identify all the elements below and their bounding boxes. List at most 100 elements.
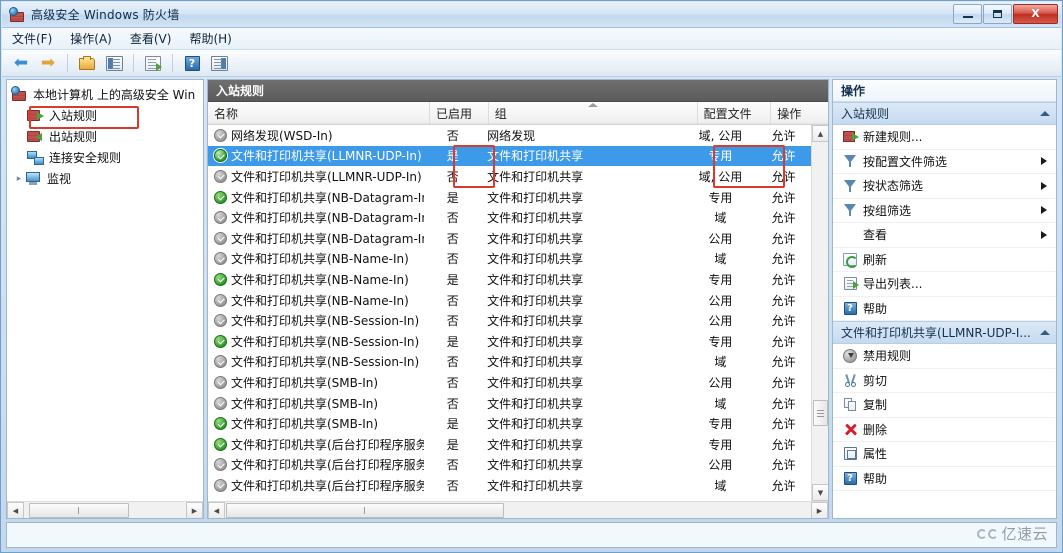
table-row[interactable]: 文件和打印机共享(SMB-In) 否 文件和打印机共享 域 允许 [208, 393, 811, 414]
column-header-action[interactable]: 操作 [771, 102, 828, 124]
delete-icon [844, 423, 857, 436]
scroll-thumb[interactable] [226, 503, 504, 518]
action-icon [841, 348, 859, 363]
table-row[interactable]: 文件和打印机共享(SMB-In) 否 文件和打印机共享 公用 允许 [208, 372, 811, 393]
action-item[interactable]: 剪切 [833, 369, 1056, 393]
action-item[interactable]: 新建规则... [833, 125, 1056, 150]
action-item[interactable]: 属性 [833, 442, 1056, 467]
sidebar-item-outbound-rules[interactable]: 出站规则 [7, 126, 203, 147]
actions-group-selected-rule[interactable]: 文件和打印机共享(LLMNR-UDP-I... [833, 321, 1056, 344]
submenu-arrow-icon[interactable] [1041, 181, 1047, 190]
column-header-enabled[interactable]: 已启用 [430, 102, 489, 124]
submenu-arrow-icon[interactable] [1041, 206, 1047, 215]
action-icon [841, 447, 859, 461]
maximize-button[interactable] [983, 3, 1012, 24]
window-controls: X [952, 3, 1058, 26]
show-hide-action-pane-icon[interactable] [208, 52, 230, 74]
export-list-icon[interactable] [142, 52, 164, 74]
action-item[interactable]: 删除 [833, 418, 1056, 442]
action-label: 复制 [863, 398, 888, 413]
table-row[interactable]: 文件和打印机共享(NB-Name-In) 是 文件和打印机共享 专用 允许 [208, 269, 811, 290]
cell-action: 允许 [771, 149, 796, 164]
actions-group-inbound-rules[interactable]: 入站规则 [833, 102, 1056, 125]
menu-item-file[interactable]: 文件(F) [12, 30, 52, 47]
table-row[interactable]: 文件和打印机共享(NB-Session-In) 否 文件和打印机共享 域 允许 [208, 352, 811, 373]
action-item[interactable]: ? 帮助 [833, 467, 1056, 491]
table-row[interactable]: 文件和打印机共享(NB-Session-In) 是 文件和打印机共享 专用 允许 [208, 331, 811, 352]
forward-arrow-icon[interactable]: ➡ [37, 52, 59, 74]
scroll-down-button[interactable]: ▼ [812, 484, 828, 501]
table-row[interactable]: 文件和打印机共享(SMB-In) 是 文件和打印机共享 专用 允许 [208, 413, 811, 434]
actions-group-label: 文件和打印机共享(LLMNR-UDP-I... [841, 326, 1031, 340]
column-header-profile[interactable]: 配置文件 [698, 102, 772, 124]
table-row[interactable]: 文件和打印机共享(NB-Name-In) 否 文件和打印机共享 公用 允许 [208, 290, 811, 311]
up-folder-icon[interactable] [76, 52, 98, 74]
table-row[interactable]: 文件和打印机共享(NB-Datagram-In) 否 文件和打印机共享 公用 允许 [208, 228, 811, 249]
action-item[interactable]: 查看 [833, 223, 1056, 248]
action-item[interactable]: 刷新 [833, 248, 1056, 272]
scroll-up-button[interactable]: ▲ [812, 125, 828, 142]
chevron-right-icon[interactable]: ▸ [13, 174, 25, 184]
column-header-group[interactable]: 组 [489, 102, 698, 124]
column-header-name[interactable]: 名称 [208, 102, 431, 124]
tree-item-root[interactable]: 本地计算机 上的高级安全 Win [7, 84, 203, 105]
back-arrow-icon[interactable]: ⬅ [10, 52, 32, 74]
cell-profile: 公用 [708, 375, 733, 390]
action-item[interactable]: 按配置文件筛选 [833, 150, 1056, 174]
rules-horizontal-scrollbar[interactable]: ◀ ▶ [208, 501, 828, 518]
table-row[interactable]: 文件和打印机共享(后台打印程序服务 - R... 是 文件和打印机共享 专用 允许 [208, 434, 811, 455]
sidebar-item-inbound-rules[interactable]: 入站规则 [7, 105, 203, 126]
rule-status-icon [214, 128, 227, 142]
sidebar-item-connection-security-rules[interactable]: 连接安全规则 [7, 147, 203, 168]
table-row[interactable]: 文件和打印机共享(NB-Session-In) 否 文件和打印机共享 公用 允许 [208, 310, 811, 331]
action-item[interactable]: 导出列表... [833, 272, 1056, 297]
cell-action: 允许 [771, 334, 796, 349]
scroll-thumb[interactable] [29, 503, 129, 518]
chevron-up-icon[interactable] [1040, 330, 1050, 335]
cell-action: 允许 [771, 355, 796, 370]
menu-item-help[interactable]: 帮助(H) [189, 30, 231, 47]
cell-group: 文件和打印机共享 [487, 252, 584, 267]
firewall-window: 高级安全 Windows 防火墙 X 文件(F) 操作(A) 查看(V) 帮助(… [0, 0, 1063, 553]
help-icon[interactable]: ? [181, 52, 203, 74]
watermark-logo-icon [977, 528, 999, 539]
menu-item-view[interactable]: 查看(V) [130, 30, 172, 47]
scroll-right-button[interactable]: ▶ [186, 502, 203, 518]
sidebar-item-label: 监视 [47, 172, 72, 186]
scroll-right-button[interactable]: ▶ [811, 502, 828, 518]
table-row[interactable]: 网络发现(WSD-In) 否 网络发现 域, 公用 允许 [208, 125, 811, 146]
action-item[interactable]: 复制 [833, 393, 1056, 418]
actions-pane: 操作 入站规则 新建规则... 按配置文件筛选 按状态筛选 按组筛选 查看 刷新 导出列表.… [832, 79, 1057, 519]
rule-status-icon [214, 314, 227, 328]
rules-vertical-scrollbar[interactable]: ▲ ▼ [811, 125, 828, 501]
scroll-thumb[interactable] [813, 400, 828, 426]
chevron-up-icon[interactable] [1040, 111, 1050, 116]
close-button[interactable]: X [1013, 3, 1058, 24]
table-row[interactable]: 文件和打印机共享(LLMNR-UDP-In) 否 文件和打印机共享 域, 公用 允许 [208, 166, 811, 187]
rule-name: 文件和打印机共享(NB-Session-In) [231, 334, 420, 349]
scroll-left-button[interactable]: ◀ [7, 502, 24, 518]
minimize-button[interactable] [953, 3, 982, 24]
table-row[interactable]: 文件和打印机共享(NB-Datagram-In) 否 文件和打印机共享 域 允许 [208, 207, 811, 228]
tree-horizontal-scrollbar[interactable]: ◀ ▶ [7, 501, 203, 518]
menu-item-action[interactable]: 操作(A) [70, 30, 112, 47]
rule-name: 文件和打印机共享(LLMNR-UDP-In) [231, 169, 422, 184]
submenu-arrow-icon[interactable] [1041, 157, 1047, 166]
action-item[interactable]: 按组筛选 [833, 199, 1056, 223]
show-hide-tree-icon[interactable] [103, 52, 125, 74]
action-item[interactable]: 禁用规则 [833, 344, 1056, 369]
submenu-arrow-icon[interactable] [1041, 230, 1047, 239]
sidebar-item-monitoring[interactable]: ▸ 监视 [7, 168, 203, 189]
table-row[interactable]: 文件和打印机共享(后台打印程序服务 - R... 否 文件和打印机共享 公用 允许 [208, 455, 811, 476]
table-row[interactable]: 文件和打印机共享(LLMNR-UDP-In) 是 文件和打印机共享 专用 允许 [208, 145, 811, 167]
cell-name: 文件和打印机共享(LLMNR-UDP-In) [208, 147, 424, 164]
table-row[interactable]: 文件和打印机共享(NB-Name-In) 否 文件和打印机共享 域 允许 [208, 249, 811, 270]
scroll-left-button[interactable]: ◀ [208, 502, 225, 518]
action-item[interactable]: 按状态筛选 [833, 174, 1056, 199]
cell-profile: 公用 [708, 293, 733, 308]
action-item[interactable]: ? 帮助 [833, 297, 1056, 321]
cell-name: 文件和打印机共享(NB-Name-In) [208, 292, 424, 309]
table-row[interactable]: 文件和打印机共享(后台打印程序服务 - R... 否 文件和打印机共享 域 允许 [208, 475, 811, 496]
rule-status-icon [214, 355, 227, 369]
table-row[interactable]: 文件和打印机共享(NB-Datagram-In) 是 文件和打印机共享 专用 允许 [208, 187, 811, 208]
